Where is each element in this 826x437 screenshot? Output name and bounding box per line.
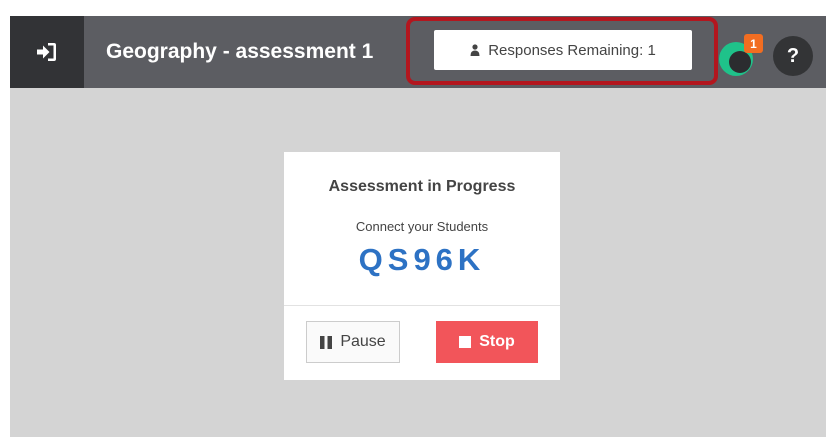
stop-icon <box>459 336 472 348</box>
responses-remaining-label: Responses Remaining: 1 <box>488 41 656 59</box>
page-title: Geography - assessment 1 <box>106 40 374 63</box>
app-frame: Geography - assessment 1 Responses Remai… <box>10 16 826 437</box>
card-title: Assessment in Progress <box>328 178 516 195</box>
notification-badge: 1 <box>744 34 763 53</box>
user-icon <box>470 44 480 56</box>
stop-button[interactable]: Stop <box>436 321 538 363</box>
card-subtitle: Connect your Students <box>355 219 489 234</box>
pause-button[interactable]: Pause <box>306 321 400 363</box>
responses-remaining-button[interactable]: Responses Remaining: 1 <box>434 30 692 70</box>
stop-label: Stop <box>479 333 515 350</box>
pause-label: Pause <box>340 333 386 350</box>
pause-icon <box>320 335 333 349</box>
assessment-card: Assessment in Progress Connect your Stud… <box>284 152 560 380</box>
exit-button[interactable] <box>10 16 84 88</box>
help-button[interactable]: ? <box>773 36 813 76</box>
exit-icon <box>37 43 56 61</box>
top-bar: Geography - assessment 1 Responses Remai… <box>10 16 826 88</box>
divider <box>284 305 560 306</box>
join-code: QS96K <box>358 242 486 277</box>
